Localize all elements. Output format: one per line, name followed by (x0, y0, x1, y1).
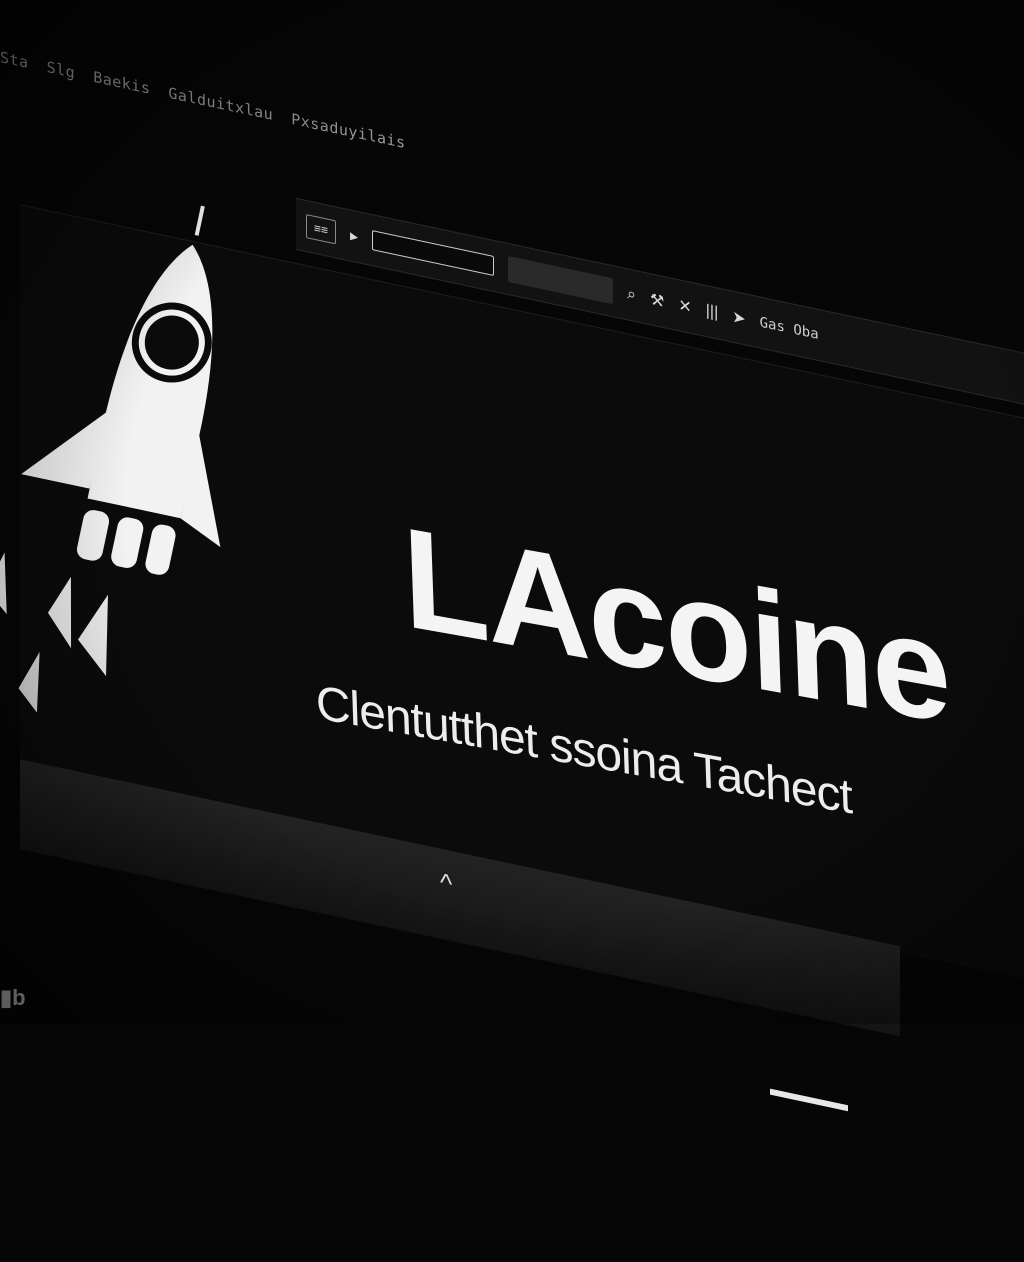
bars-icon[interactable]: ||| (706, 302, 718, 323)
menu-item[interactable]: Galduitxlau (168, 84, 273, 124)
close-icon[interactable]: ✕ (678, 295, 691, 318)
zoom-icon[interactable]: ⌕ (627, 285, 636, 305)
corner-logo-icon: ▮b (0, 985, 26, 1010)
toolbar-input[interactable] (372, 230, 495, 277)
caret-up-icon[interactable]: ^ (440, 867, 452, 901)
status-tab[interactable] (770, 1088, 848, 1112)
rocket-logo-icon (0, 205, 221, 713)
arrow-icon[interactable]: ➤ (732, 307, 745, 330)
toolbar-toggle-button[interactable]: ≡≡ (306, 214, 336, 245)
wrench-icon[interactable]: ⚒ (650, 289, 664, 312)
menu-item[interactable]: Pxsaduyilais (291, 110, 405, 152)
toolbar-status-text: Gas Oba (759, 314, 819, 344)
menu-item[interactable]: Sta (0, 48, 29, 72)
menu-item[interactable]: Baekis (93, 68, 150, 98)
menu-item[interactable]: Slg (47, 58, 76, 82)
play-icon[interactable]: ▸ (350, 225, 358, 247)
toolbar-slot[interactable] (508, 255, 614, 305)
